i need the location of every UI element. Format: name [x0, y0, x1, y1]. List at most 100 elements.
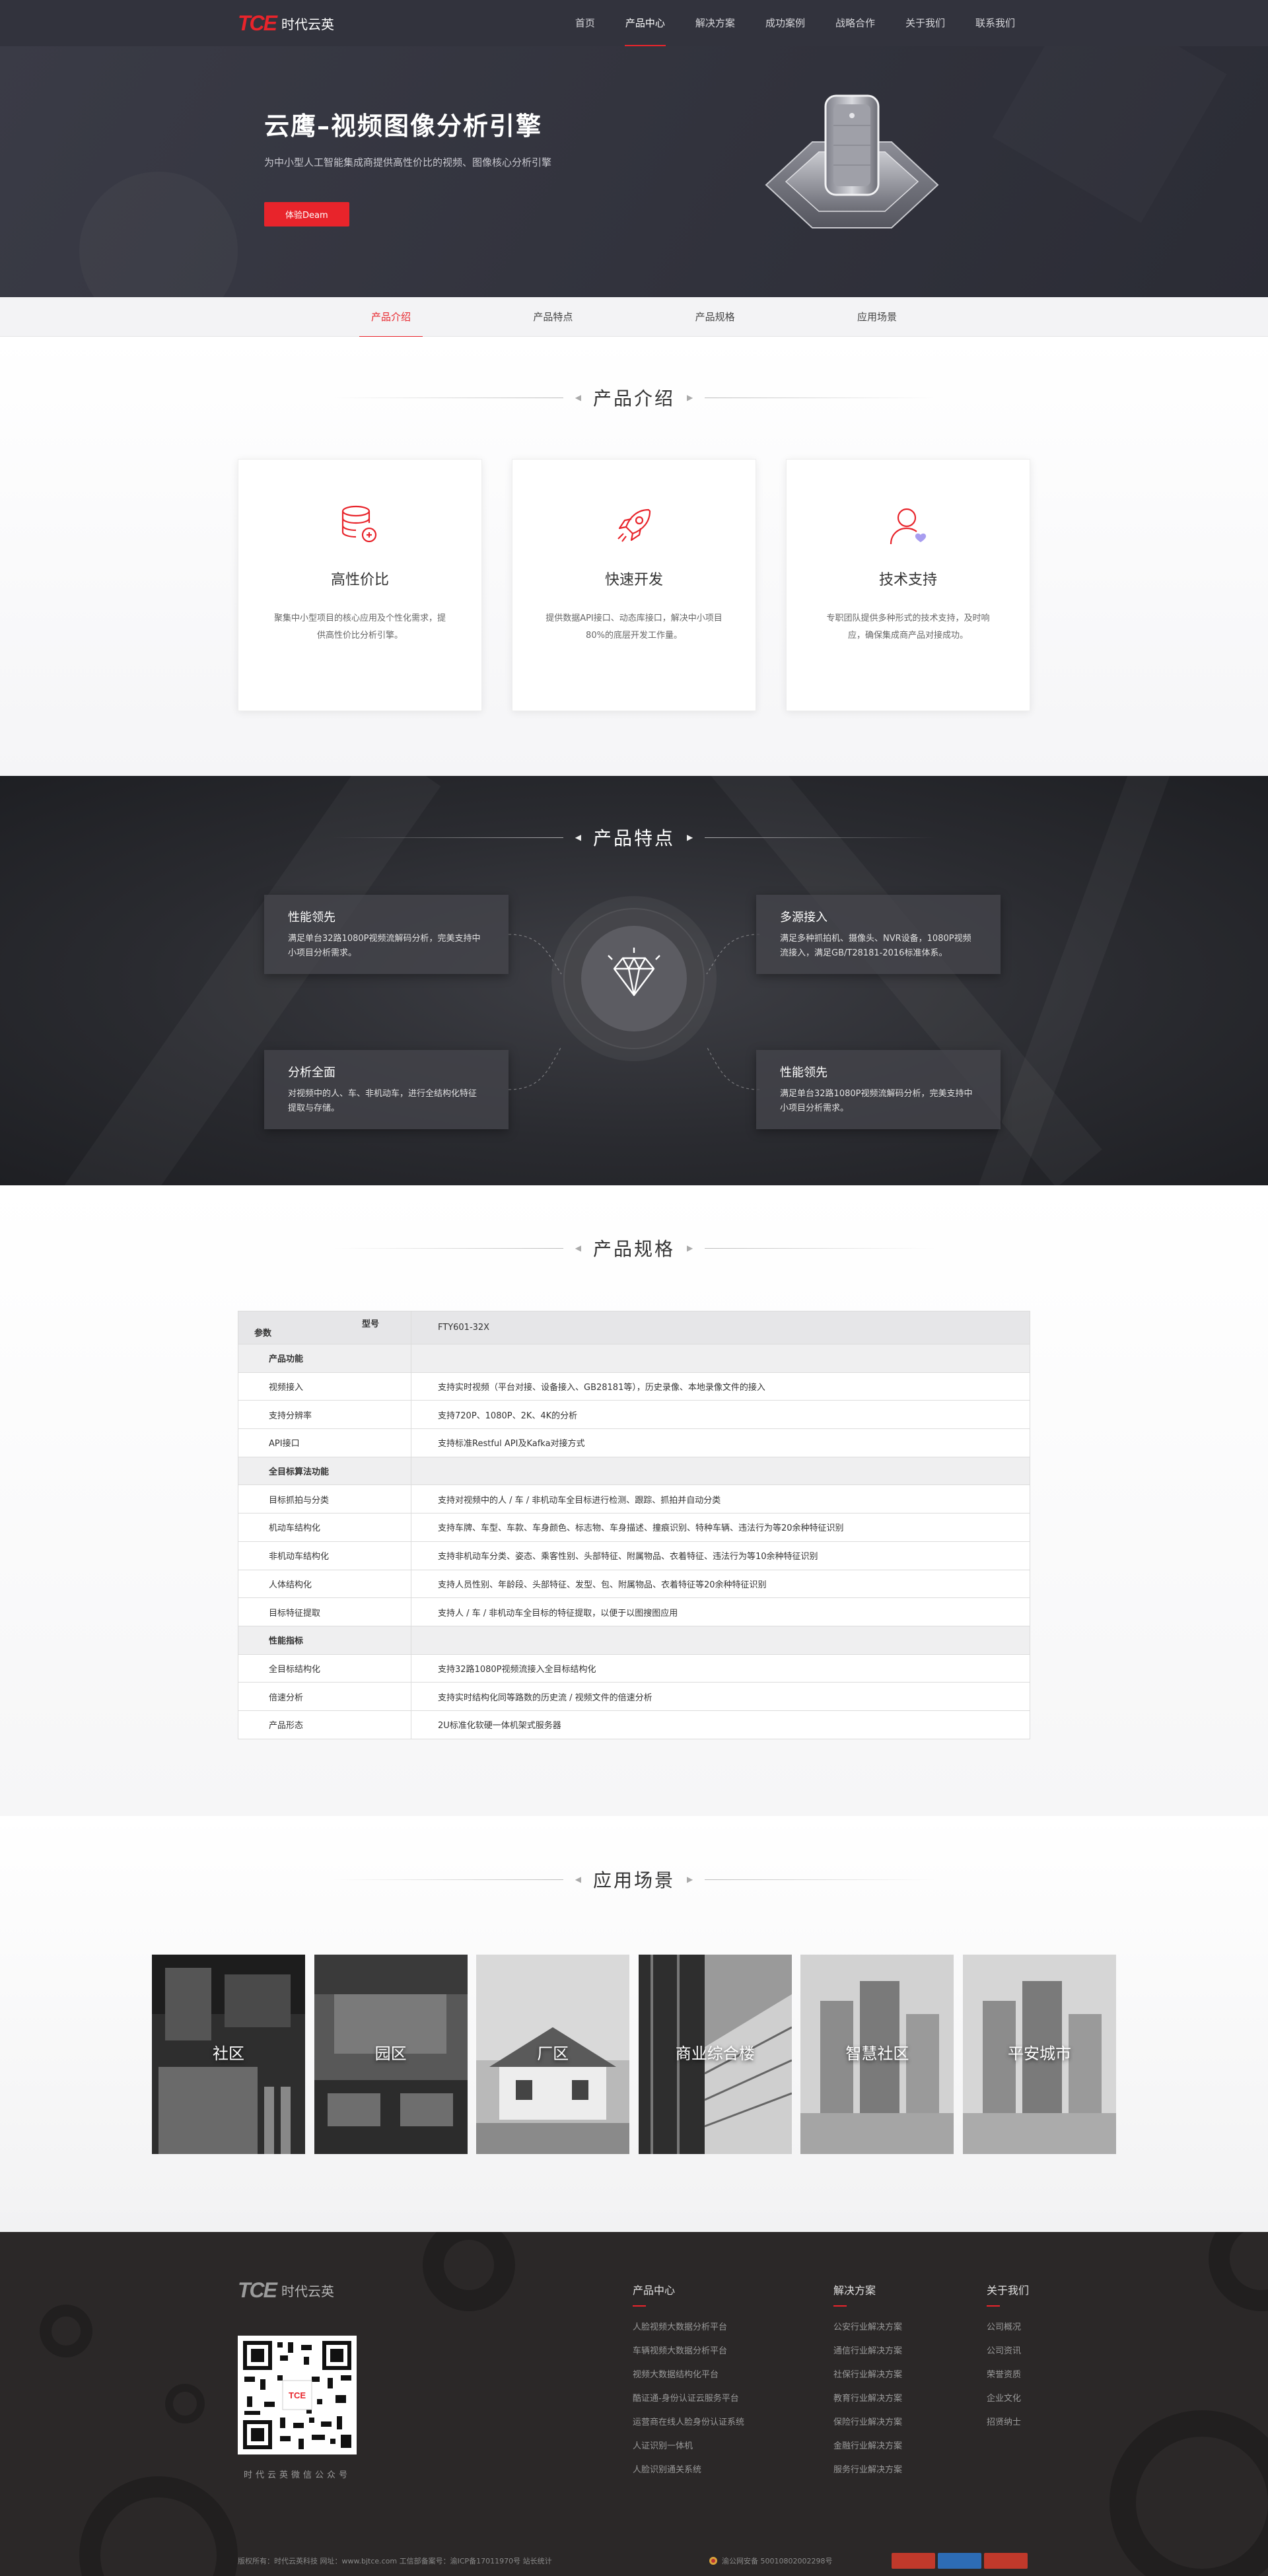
- row-value: 支持人员性别、年龄段、头部特征、发型、包、附属物品、衣着特征等20余种特征识别: [411, 1569, 1030, 1599]
- table-group-row: 全目标算法功能: [238, 1456, 1030, 1486]
- scene-tile[interactable]: 厂区: [476, 1955, 630, 2154]
- table-row: 目标特征提取 支持人 / 车 / 非机动车全目标的特征提取，以便于以图搜图应用: [238, 1597, 1030, 1626]
- footer-link[interactable]: 车辆视频大数据分析平台: [633, 2340, 744, 2363]
- table-group-row: 性能指标: [238, 1625, 1030, 1655]
- row-value: 支持车牌、车型、车款、车身颜色、标志物、车身描述、撞痕识别、特种车辆、违法行为等…: [411, 1513, 1030, 1542]
- feature-text: 满足单台32路1080P视频流解码分析，完美支持中小项目分析需求。: [288, 934, 481, 958]
- spec-heading: ◀ 产品规格 ▶: [0, 1235, 1268, 1261]
- scene-gallery: 社区 园区 厂区 商业综合楼 智慧社区 平安城市: [152, 1955, 1116, 2154]
- trust-badge-icon[interactable]: [984, 2553, 1028, 2569]
- scene-tile[interactable]: 社区: [152, 1955, 305, 2154]
- footer-link[interactable]: 服务行业解决方案: [833, 2458, 902, 2482]
- row-value: 支持32路1080P视频流接入全目标结构化: [411, 1654, 1030, 1683]
- divider-line: [705, 1879, 936, 1880]
- product-subtabs: 产品介绍 产品特点 产品规格 应用场景: [0, 297, 1268, 337]
- row-value: 支持非机动车分类、姿态、乘客性别、头部特征、附属物品、衣着特征、违法行为等10余…: [411, 1541, 1030, 1570]
- row-label: 产品功能: [238, 1344, 411, 1373]
- feature-box: 性能领先 满足单台32路1080P视频流解码分析，完美支持中小项目分析需求。: [264, 895, 509, 974]
- footer-link[interactable]: 人证识别一体机: [633, 2435, 744, 2458]
- logo[interactable]: TCE 时代云英: [238, 11, 334, 36]
- row-label: 人体结构化: [238, 1569, 411, 1599]
- section-title: 应用场景: [592, 1869, 675, 1891]
- row-label: API接口: [238, 1428, 411, 1457]
- footer-link[interactable]: 保险行业解决方案: [833, 2411, 902, 2435]
- feature-title: 多源接入: [780, 911, 828, 924]
- model-cell: FTY601-32X: [411, 1311, 1030, 1344]
- arrow-right-icon: ▶: [687, 393, 693, 402]
- scene-tile[interactable]: 园区: [314, 1955, 468, 2154]
- database-icon: [341, 505, 377, 543]
- scene-tile[interactable]: 智慧社区: [800, 1955, 954, 2154]
- scene-label: 厂区: [537, 2044, 569, 2063]
- footer-link[interactable]: 教育行业解决方案: [833, 2387, 902, 2411]
- tab-scenes[interactable]: 应用场景: [845, 297, 909, 337]
- footer-link[interactable]: 视频大数据结构化平台: [633, 2363, 744, 2387]
- row-label: 性能指标: [238, 1625, 411, 1655]
- tab-intro[interactable]: 产品介绍: [359, 297, 423, 337]
- intro-card: 快速开发 提供数据API接口、动态库接口，解决中小项目80%的底层开发工作量。: [512, 459, 756, 711]
- bg-ring: [1209, 2232, 1268, 2311]
- table-row: 机动车结构化 支持车牌、车型、车款、车身颜色、标志物、车身描述、撞痕识别、特种车辆…: [238, 1513, 1030, 1542]
- row-label: 非机动车结构化: [238, 1541, 411, 1570]
- footer-link[interactable]: 公司概况: [987, 2316, 1029, 2340]
- footer-logo[interactable]: TCE 时代云英: [238, 2278, 334, 2303]
- nav-cases[interactable]: 成功案例: [750, 0, 820, 46]
- footer-link[interactable]: 荣誉资质: [987, 2363, 1029, 2387]
- row-label: 产品形态: [238, 1710, 411, 1739]
- row-value: 支持标准Restful API及Kafka对接方式: [411, 1428, 1030, 1457]
- nav-partners[interactable]: 战略合作: [820, 0, 890, 46]
- trust-badge-icon[interactable]: [938, 2553, 981, 2569]
- arrow-left-icon: ◀: [575, 1875, 581, 1884]
- rocket-icon: [617, 508, 651, 542]
- nav-about[interactable]: 关于我们: [890, 0, 960, 46]
- hero-title: 云鹰–视频图像分析引擎: [264, 112, 543, 141]
- nav-home[interactable]: 首页: [560, 0, 610, 46]
- footer-link[interactable]: 公安行业解决方案: [833, 2316, 902, 2340]
- feature-box: 分析全面 对视频中的人、车、非机动车，进行全结构化特征提取与存储。: [264, 1050, 509, 1129]
- diagonal-header-cell: 型号 参数: [238, 1311, 411, 1344]
- bg-ring: [165, 2384, 205, 2423]
- row-label: 目标抓拍与分类: [238, 1484, 411, 1514]
- row-value: 2U标准化软硬一体机架式服务器: [411, 1710, 1030, 1739]
- footer-link[interactable]: 人脸视频大数据分析平台: [633, 2316, 744, 2340]
- scene-tile[interactable]: 平安城市: [962, 1955, 1116, 2154]
- row-value: [411, 1625, 1030, 1655]
- trust-badge-icon[interactable]: [892, 2553, 935, 2569]
- table-row: 非机动车结构化 支持非机动车分类、姿态、乘客性别、头部特征、附属物品、衣着特征、违…: [238, 1541, 1030, 1570]
- footer-link[interactable]: 通信行业解决方案: [833, 2340, 902, 2363]
- footer-link[interactable]: 招贤纳士: [987, 2411, 1029, 2435]
- divider-line: [705, 1247, 936, 1249]
- footer-link[interactable]: 金融行业解决方案: [833, 2435, 902, 2458]
- demo-button[interactable]: 体验Deam: [264, 202, 349, 226]
- footer-link[interactable]: 社保行业解决方案: [833, 2363, 902, 2387]
- row-label: 全目标算法功能: [238, 1456, 411, 1486]
- police-record[interactable]: 渝公网安备 50010802002298号: [709, 2556, 832, 2566]
- server-illustration: [765, 94, 939, 228]
- footer-col-about: 关于我们 公司概况 公司资讯 荣誉资质 企业文化 招贤纳士: [987, 2281, 1029, 2435]
- nav-contact[interactable]: 联系我们: [960, 0, 1030, 46]
- row-label: 支持分辨率: [238, 1400, 411, 1430]
- footer-link[interactable]: 企业文化: [987, 2387, 1029, 2411]
- section-title: 产品特点: [592, 827, 675, 849]
- section-title: 产品介绍: [592, 388, 675, 409]
- tab-spec[interactable]: 产品规格: [684, 297, 747, 337]
- nav-products[interactable]: 产品中心: [610, 0, 680, 46]
- footer-link[interactable]: 公司资讯: [987, 2340, 1029, 2363]
- row-value: 支持实时视频（平台对接、设备接入、GB28181等），历史录像、本地录像文件的接…: [411, 1372, 1030, 1401]
- row-value: [411, 1344, 1030, 1373]
- copyright-text: 版权所有：时代云英科技 网址：www.bjtce.com 工信部备案号：渝ICP…: [238, 2557, 552, 2565]
- police-badge-icon: [709, 2557, 717, 2565]
- scene-label: 社区: [213, 2044, 244, 2063]
- footer-link[interactable]: 运营商在线人脸身份认证系统: [633, 2411, 744, 2435]
- wechat-qr-code: TCE: [238, 2336, 357, 2454]
- header-label-model: 型号: [361, 1319, 379, 1329]
- table-row: 人体结构化 支持人员性别、年龄段、头部特征、发型、包、附属物品、衣着特征等20余种…: [238, 1569, 1030, 1599]
- footer-link[interactable]: 人脸识别通关系统: [633, 2458, 744, 2482]
- intro-card: 高性价比 聚集中小型项目的核心应用及个性化需求，提供高性价比分析引擎。: [238, 459, 482, 711]
- footer-col-solutions: 解决方案 公安行业解决方案 通信行业解决方案 社保行业解决方案 教育行业解决方案…: [833, 2281, 902, 2482]
- nav-solutions[interactable]: 解决方案: [680, 0, 750, 46]
- logo-text: 时代云英: [281, 16, 334, 32]
- footer-link[interactable]: 酷证通-身份认证云服务平台: [633, 2387, 744, 2411]
- scene-tile[interactable]: 商业综合楼: [638, 1955, 792, 2154]
- tab-features[interactable]: 产品特点: [521, 297, 584, 337]
